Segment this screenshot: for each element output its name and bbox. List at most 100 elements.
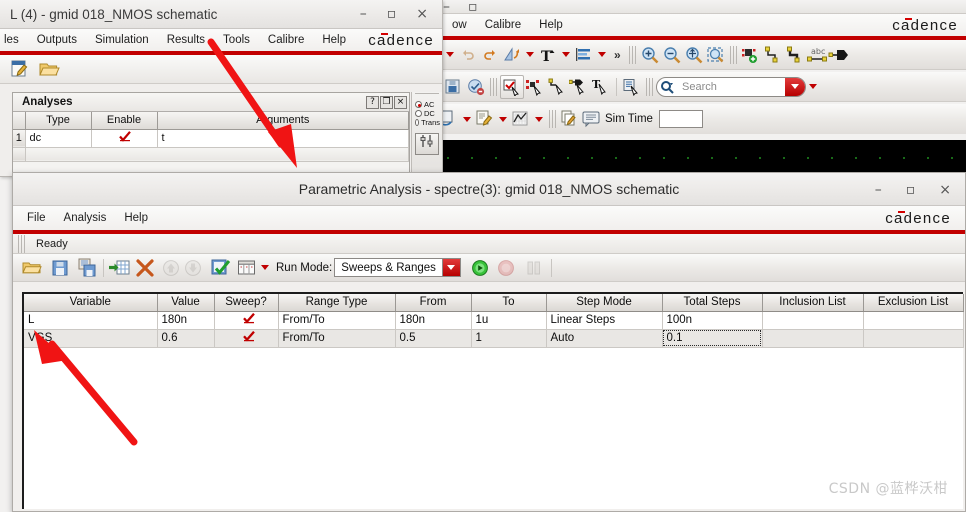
search-options-caret[interactable] — [809, 84, 817, 89]
delete-icon[interactable] — [134, 257, 156, 279]
radio-ac-icon[interactable] — [415, 101, 422, 108]
radio-trans-icon[interactable] — [415, 119, 420, 126]
panel-help-button[interactable]: ? — [366, 95, 379, 109]
add-instance-icon[interactable] — [740, 44, 762, 66]
cell-from-1[interactable]: 0.5 — [395, 329, 472, 348]
align-dropdown-caret[interactable] — [598, 52, 606, 57]
table-view-icon[interactable] — [236, 257, 258, 279]
new-cellview-icon[interactable] — [10, 58, 32, 80]
edit-netlist-dropdown-caret[interactable] — [499, 116, 507, 122]
analyses-cell-type[interactable]: dc — [25, 129, 92, 148]
zoom-in-icon[interactable] — [639, 44, 661, 66]
mini-dock-grip[interactable] — [415, 93, 439, 96]
parametric-menu-help[interactable]: Help — [115, 212, 157, 224]
col-total-steps[interactable]: Total Steps — [662, 294, 763, 312]
col-sweep[interactable]: Sweep? — [214, 294, 279, 312]
add-pin-icon[interactable] — [828, 44, 850, 66]
toolbar-grip-3[interactable] — [490, 77, 497, 96]
panel-float-button[interactable]: ❐ — [380, 95, 393, 109]
checkbox-checked-icon[interactable] — [118, 131, 131, 142]
analyses-cell-enable[interactable] — [91, 129, 158, 148]
move-up-icon[interactable] — [160, 257, 182, 279]
cell-variable-1[interactable]: VGS — [24, 329, 158, 348]
select-all-icon[interactable] — [210, 257, 232, 279]
cell-value-1[interactable]: 0.6 — [157, 329, 215, 348]
parametric-titlebar[interactable]: Parametric Analysis - spectre(3): gmid 0… — [13, 173, 965, 206]
search-input[interactable]: Search — [656, 76, 806, 97]
edit-netlist-icon[interactable] — [474, 108, 496, 130]
toolbar-grip[interactable] — [628, 45, 636, 64]
copy-settings-icon[interactable] — [559, 108, 581, 130]
cell-exclusion-1[interactable] — [863, 329, 964, 348]
align-icon[interactable] — [573, 44, 595, 66]
plot-icon[interactable] — [510, 108, 532, 130]
zoom-out-icon[interactable] — [661, 44, 683, 66]
cell-step-mode-0[interactable]: Linear Steps — [546, 311, 663, 330]
stop-icon[interactable] — [495, 257, 517, 279]
sim-time-input[interactable] — [658, 110, 703, 128]
netlist-dropdown-caret[interactable] — [463, 116, 471, 122]
schematic-menu-files[interactable]: les — [0, 34, 28, 46]
add-wire-name-icon[interactable] — [784, 44, 806, 66]
add-wire-icon[interactable] — [762, 44, 784, 66]
schematic-close-button[interactable]: × — [416, 7, 428, 21]
save-icon[interactable] — [443, 76, 465, 98]
radio-row-ac[interactable]: AC — [415, 100, 440, 109]
col-exclusion-list[interactable]: Exclusion List — [863, 294, 964, 312]
check-save-icon[interactable] — [465, 76, 487, 98]
zoom-fit-icon[interactable] — [683, 44, 705, 66]
save-as-icon[interactable] — [77, 257, 99, 279]
checkbox-checked-icon[interactable] — [242, 313, 255, 324]
cell-value-0[interactable]: 180n — [157, 311, 215, 330]
open-icon[interactable] — [21, 257, 43, 279]
toolbar-grip-4[interactable] — [646, 77, 653, 96]
cell-inclusion-0[interactable] — [762, 311, 864, 330]
panel-close-button[interactable]: × — [394, 95, 407, 109]
schematic-maximize-button[interactable]: ▫ — [387, 7, 397, 21]
move-down-icon[interactable] — [182, 257, 204, 279]
schematic-menu-tools[interactable]: Tools — [214, 34, 259, 46]
bg-menu-help[interactable]: Help — [530, 19, 572, 31]
schematic-menu-simulation[interactable]: Simulation — [86, 34, 158, 46]
cell-step-mode-1[interactable]: Auto — [546, 329, 663, 348]
save-icon[interactable] — [50, 257, 72, 279]
checkbox-checked-icon[interactable] — [242, 331, 255, 342]
undo-icon[interactable] — [457, 44, 479, 66]
text-dropdown-caret[interactable] — [562, 52, 570, 57]
analyses-col-arguments[interactable]: Arguments — [157, 112, 409, 130]
select-net-icon[interactable] — [524, 76, 546, 98]
properties-icon[interactable] — [621, 76, 643, 98]
cell-range-type-0[interactable]: From/To — [278, 311, 396, 330]
schematic-menu-outputs[interactable]: Outputs — [28, 34, 86, 46]
select-wire-icon[interactable] — [546, 76, 568, 98]
add-label-icon[interactable]: abc — [806, 44, 828, 66]
schematic-menu-results[interactable]: Results — [158, 34, 214, 46]
table-view-dropdown-caret[interactable] — [261, 265, 269, 270]
schematic-minimize-button[interactable]: – — [360, 7, 367, 21]
flip-icon[interactable] — [501, 44, 523, 66]
export-table-icon[interactable] — [108, 257, 130, 279]
select-pin-icon[interactable] — [568, 76, 590, 98]
parametric-menu-file[interactable]: File — [13, 212, 55, 224]
select-text-icon[interactable]: T — [590, 76, 612, 98]
radio-row-trans[interactable]: Trans — [415, 118, 440, 127]
table-row[interactable]: 1 dc t — [13, 129, 409, 148]
select-check-icon[interactable] — [500, 74, 524, 99]
chevron-down-icon[interactable] — [441, 259, 460, 276]
col-variable[interactable]: Variable — [24, 294, 158, 312]
col-range-type[interactable]: Range Type — [278, 294, 396, 312]
analyses-col-type[interactable]: Type — [25, 112, 92, 130]
cell-sweep-0[interactable] — [214, 311, 279, 330]
col-step-mode[interactable]: Step Mode — [546, 294, 663, 312]
cell-from-0[interactable]: 180n — [395, 311, 472, 330]
plot-dropdown-caret[interactable] — [535, 116, 543, 122]
parametric-close-button[interactable]: × — [939, 183, 951, 197]
cell-total-steps-0[interactable]: 100n — [662, 311, 763, 330]
sliders-button[interactable] — [415, 133, 439, 155]
cell-inclusion-1[interactable] — [762, 329, 864, 348]
bg-menu-calibre[interactable]: Calibre — [476, 19, 530, 31]
col-from[interactable]: From — [395, 294, 472, 312]
cell-to-0[interactable]: 1u — [471, 311, 547, 330]
redo-icon[interactable] — [479, 44, 501, 66]
radio-dc-icon[interactable] — [415, 110, 422, 117]
